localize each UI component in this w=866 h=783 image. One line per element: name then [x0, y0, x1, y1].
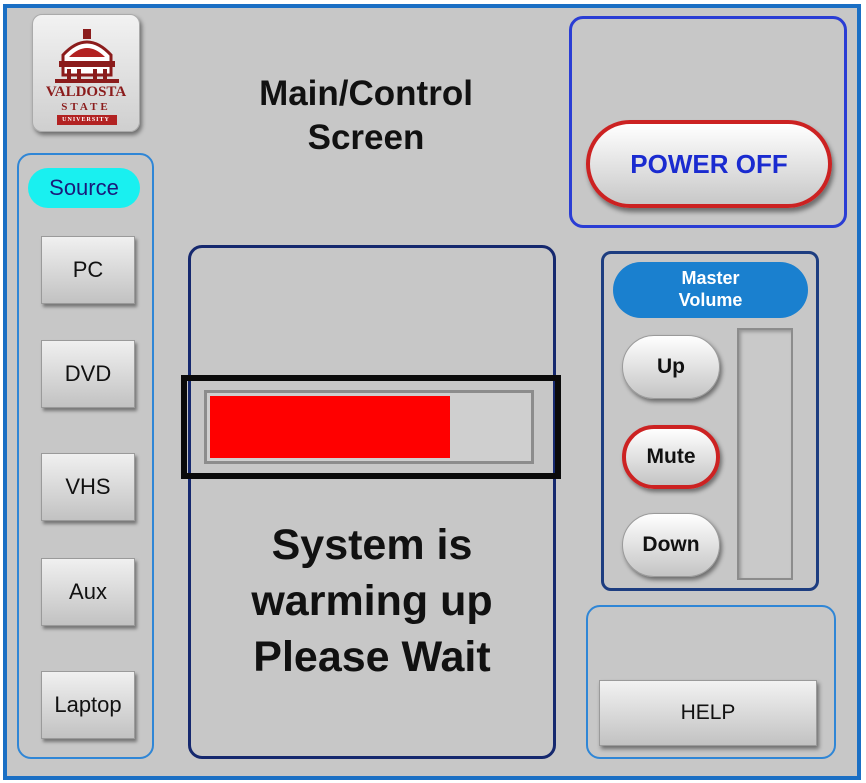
volume-mute-button[interactable]: Mute	[622, 425, 720, 489]
logo-text-valdosta: VALDOSTA	[45, 84, 127, 100]
volume-up-button[interactable]: Up	[622, 335, 720, 399]
status-line2: warming up	[251, 577, 493, 625]
volume-level-meter	[737, 328, 793, 580]
master-volume-label-line1: Master	[681, 268, 740, 288]
help-button[interactable]: HELP	[599, 680, 817, 746]
power-off-button[interactable]: POWER OFF	[586, 120, 832, 208]
warmup-progress-bar	[204, 390, 534, 464]
source-dvd-button[interactable]: DVD	[41, 340, 135, 408]
source-label: Source	[28, 168, 140, 208]
master-volume-label-line2: Volume	[678, 290, 743, 310]
status-message: System is warming up Please Wait	[188, 517, 556, 685]
source-pc-button[interactable]: PC	[41, 236, 135, 304]
warmup-progress-fill	[210, 396, 451, 458]
source-vhs-button[interactable]: VHS	[41, 453, 135, 521]
page-title-line1: Main/Control	[259, 74, 473, 113]
source-laptop-button[interactable]: Laptop	[41, 671, 135, 739]
dome-icon	[55, 29, 119, 125]
logo-text-university: UNIVERSITY	[62, 117, 110, 123]
master-volume-label: Master Volume	[613, 262, 808, 318]
status-line1: System is	[271, 521, 473, 569]
source-aux-button[interactable]: Aux	[41, 558, 135, 626]
logo-text-state: STATE	[61, 101, 111, 113]
volume-down-button[interactable]: Down	[622, 513, 720, 577]
university-logo: VALDOSTA STATE UNIVERSITY	[32, 14, 140, 132]
status-line3: Please Wait	[253, 633, 491, 681]
page-title: Main/Control Screen	[186, 72, 546, 160]
page-title-line2: Screen	[307, 118, 425, 157]
